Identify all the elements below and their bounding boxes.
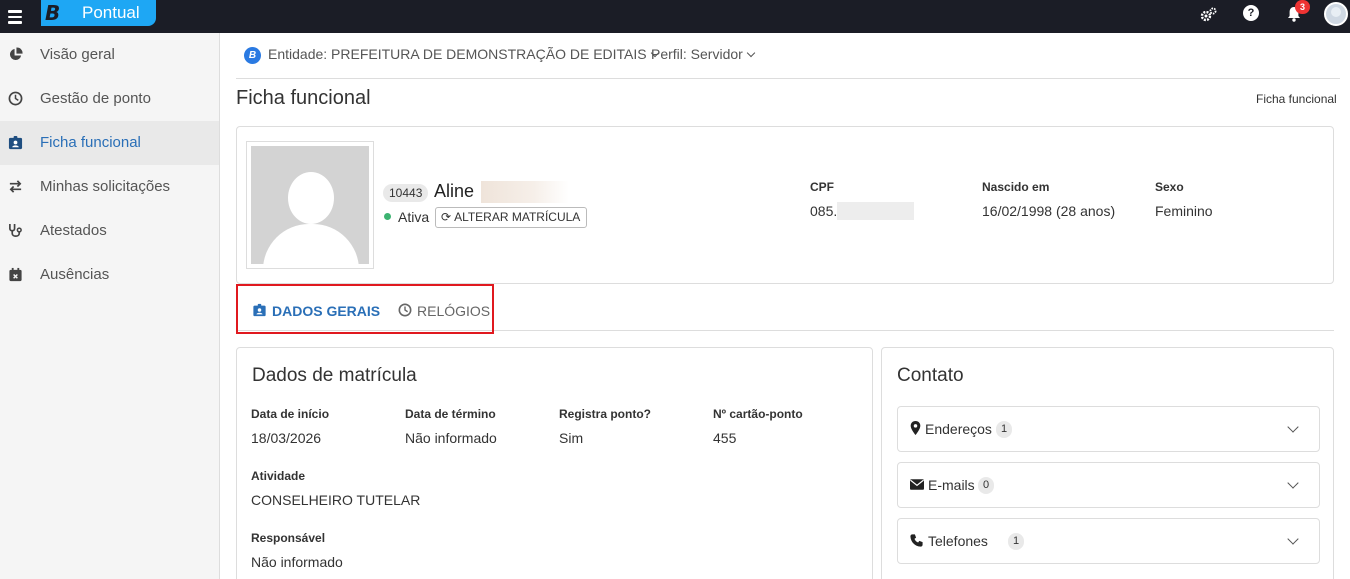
accordion-enderecos[interactable]: Endereços 1 [897, 406, 1320, 452]
atividade-value: CONSELHEIRO TUTELAR [251, 492, 421, 508]
alterar-matricula-label: ALTERAR MATRÍCULA [454, 210, 581, 224]
sidebar-item-atestados[interactable]: Atestados [0, 209, 219, 253]
notification-badge: 3 [1295, 0, 1310, 14]
calendar-x-icon [9, 267, 22, 282]
employee-name: Aline [434, 181, 475, 201]
user-avatar[interactable] [1324, 2, 1348, 26]
alterar-matricula-button[interactable]: ⟳ ALTERAR MATRÍCULA [435, 207, 588, 228]
redacted-surname [481, 181, 569, 203]
chevron-down-icon [1287, 477, 1299, 489]
contato-card: Contato Endereços 1 E-mails 0 Telefones … [881, 347, 1334, 579]
id-badge-icon [8, 135, 23, 150]
logo-mark: B [45, 1, 61, 25]
sidebar: Visão geral Gestão de ponto Ficha funcio… [0, 33, 220, 579]
field-value: Não informado [405, 430, 497, 446]
perfil-selector[interactable]: Perfil: Servidor [651, 46, 756, 62]
accordion-label: Telefones [928, 533, 988, 549]
entity-selector[interactable]: Entidade: PREFEITURA DE DEMONSTRAÇÃO DE … [268, 46, 659, 62]
sidebar-item-ausencias[interactable]: Ausências [0, 253, 219, 297]
sexo-value: Feminino [1155, 203, 1213, 219]
count-badge: 1 [996, 421, 1013, 438]
avatar-placeholder-icon [251, 146, 369, 264]
chart-pie-icon [9, 47, 23, 61]
accordion-emails[interactable]: E-mails 0 [897, 462, 1320, 508]
page-title: Ficha funcional [236, 87, 371, 109]
sidebar-item-label: Minhas solicitações [40, 178, 171, 195]
nascido-label: Nascido em [982, 180, 1050, 194]
entity-label: Entidade: PREFEITURA DE DEMONSTRAÇÃO DE … [268, 46, 647, 62]
app-name: Pontual [82, 3, 140, 22]
field-label: Data de início [251, 407, 330, 421]
stethoscope-icon [9, 223, 22, 237]
entity-logo-icon: B [244, 47, 261, 64]
perfil-label: Perfil: Servidor [651, 46, 743, 62]
envelope-icon [910, 479, 924, 490]
sidebar-item-label: Gestão de ponto [40, 90, 151, 107]
phone-icon [910, 534, 923, 547]
matricula-card: Dados de matrícula Data de início 18/03/… [236, 347, 873, 579]
redacted-cpf [837, 202, 914, 220]
status-label: Ativa [398, 209, 430, 225]
field-label: Data de término [405, 407, 496, 421]
sidebar-item-label: Ausências [40, 266, 110, 283]
field-value: 18/03/2026 [251, 430, 322, 446]
exchange-icon [9, 180, 22, 193]
field-value: Sim [559, 430, 584, 446]
accordion-label: Endereços [925, 421, 992, 437]
card-title: Dados de matrícula [252, 365, 417, 386]
clock-icon [8, 91, 23, 106]
field-label: Registra ponto? [559, 407, 651, 421]
sidebar-item-label: Ficha funcional [40, 134, 141, 151]
refresh-icon: ⟳ [441, 210, 452, 224]
responsavel-label: Responsável [251, 531, 326, 545]
highlight-box [236, 284, 494, 334]
responsavel-value: Não informado [251, 554, 343, 570]
context-bar: B Entidade: PREFEITURA DE DEMONSTRAÇÃO D… [236, 33, 1340, 79]
matricula-badge: 10443 [383, 184, 429, 202]
chevron-down-icon [746, 48, 756, 58]
help-icon[interactable]: ? [1243, 5, 1259, 21]
card-title: Contato [897, 365, 964, 386]
cpf-value: 085. [810, 203, 838, 219]
sidebar-item-ficha-funcional[interactable]: Ficha funcional [0, 121, 219, 165]
chevron-down-icon [1287, 533, 1299, 545]
sidebar-item-visao-geral[interactable]: Visão geral [0, 33, 219, 77]
sidebar-item-label: Atestados [40, 222, 107, 239]
status-dot-icon [384, 213, 391, 220]
chevron-down-icon [1287, 421, 1299, 433]
top-bar: B Pontual ? 3 [0, 0, 1350, 33]
sexo-label: Sexo [1155, 180, 1184, 194]
sidebar-item-label: Visão geral [40, 46, 115, 63]
count-badge: 1 [1008, 533, 1025, 550]
gears-icon[interactable] [1200, 7, 1218, 23]
profile-card: 10443 Aline Ativa ⟳ ALTERAR MATRÍCULA CPF… [236, 126, 1334, 284]
field-label: Nº cartão-ponto [713, 407, 803, 421]
field-value: 455 [713, 430, 737, 446]
nascido-value: 16/02/1998 (28 anos) [982, 203, 1116, 219]
accordion-label: E-mails [928, 477, 975, 493]
employee-photo [246, 141, 374, 269]
breadcrumb: Ficha funcional [1256, 92, 1337, 106]
menu-icon[interactable] [8, 8, 22, 24]
count-badge: 0 [978, 477, 995, 494]
sidebar-item-gestao-de-ponto[interactable]: Gestão de ponto [0, 77, 219, 121]
atividade-label: Atividade [251, 469, 306, 483]
sidebar-item-minhas-solicitacoes[interactable]: Minhas solicitações [0, 165, 219, 209]
cpf-label: CPF [810, 180, 834, 194]
map-marker-icon [910, 421, 921, 435]
accordion-telefones[interactable]: Telefones 1 [897, 518, 1320, 564]
